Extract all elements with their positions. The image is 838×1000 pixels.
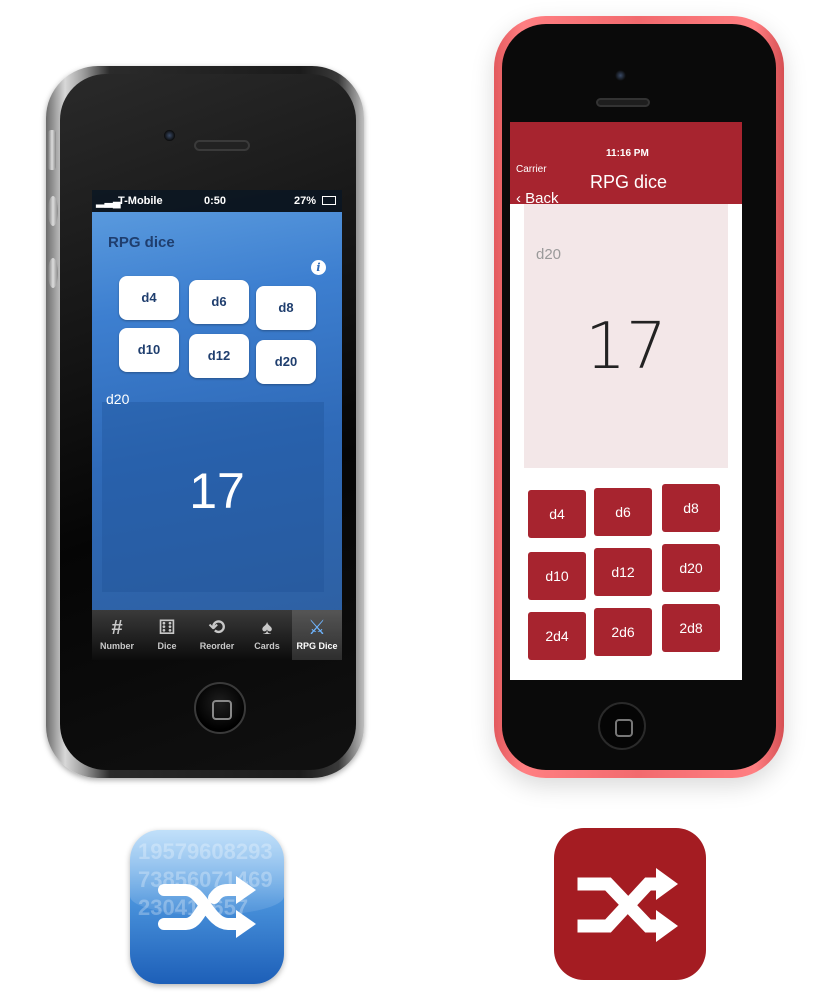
home-button[interactable] xyxy=(598,702,646,750)
shuffle-icon xyxy=(158,876,256,938)
tab-rpg-dice[interactable]: ⚔ RPG Dice xyxy=(292,610,342,660)
tab-label: Cards xyxy=(254,641,280,651)
die-button-2d8[interactable]: 2d8 xyxy=(662,604,720,652)
hash-icon: # xyxy=(111,617,123,639)
old-app-icon[interactable]: 1957960829373856071469230412657 xyxy=(130,830,284,984)
dice-icon: ⚅ xyxy=(158,617,176,639)
bow-icon: ⚔ xyxy=(308,617,326,639)
mute-switch xyxy=(48,130,56,170)
clock: 0:50 xyxy=(204,195,227,207)
die-button-d12[interactable]: d12 xyxy=(189,334,249,378)
nav-bar: Carrier 11:16 PM ‹ Back RPG dice xyxy=(510,122,742,207)
home-button[interactable] xyxy=(194,682,246,734)
front-camera xyxy=(164,130,175,141)
die-button-d4[interactable]: d4 xyxy=(528,490,586,538)
die-button-d6[interactable]: d6 xyxy=(189,280,249,324)
new-app-screen: Carrier 11:16 PM ‹ Back RPG dice d20 17 … xyxy=(510,122,742,680)
die-button-d6[interactable]: d6 xyxy=(594,488,652,536)
result-die-label: d20 xyxy=(536,246,562,263)
battery-label: 27% xyxy=(294,195,317,207)
cards-icon: ♠ xyxy=(261,617,273,639)
die-button-d8[interactable]: d8 xyxy=(662,484,720,532)
die-button-d20[interactable]: d20 xyxy=(662,544,720,592)
carrier-label: T-Mobile xyxy=(118,195,163,207)
front-camera xyxy=(615,70,626,81)
die-button-d8[interactable]: d8 xyxy=(256,286,316,330)
die-button-d12[interactable]: d12 xyxy=(594,548,652,596)
tab-bar: # Number ⚅ Dice ⟲ Reorder ♠ Cards ⚔ RPG … xyxy=(92,610,342,660)
die-button-d20[interactable]: d20 xyxy=(256,340,316,384)
result-value: 17 xyxy=(585,310,667,384)
battery-icon xyxy=(322,196,336,205)
reorder-icon: ⟲ xyxy=(208,617,226,639)
volume-up-button xyxy=(48,196,58,226)
die-button-2d6[interactable]: 2d6 xyxy=(594,608,652,656)
volume-down-button xyxy=(48,258,58,288)
result-value: 17 xyxy=(189,463,245,519)
new-app-icon[interactable] xyxy=(554,828,706,980)
tab-label: RPG Dice xyxy=(296,641,338,651)
earpiece-speaker xyxy=(596,98,650,107)
tab-label: Reorder xyxy=(199,641,235,651)
page-title: RPG dice xyxy=(590,172,668,192)
clock: 11:16 PM xyxy=(606,148,649,159)
die-button-d10[interactable]: d10 xyxy=(119,328,179,372)
tab-reorder[interactable]: ⟲ Reorder xyxy=(192,610,242,660)
tab-label: Dice xyxy=(157,641,177,651)
page-title: RPG dice xyxy=(108,234,175,251)
tab-label: Number xyxy=(99,641,134,651)
status-bar: ▂▃▄ T-Mobile 0:50 27% xyxy=(92,190,342,212)
die-button-2d4[interactable]: 2d4 xyxy=(528,612,586,660)
carrier-label: Carrier xyxy=(516,164,547,175)
shuffle-icon xyxy=(577,868,678,942)
die-button-d4[interactable]: d4 xyxy=(119,276,179,320)
signal-icon: ▂▃▄ xyxy=(96,196,121,208)
earpiece-speaker xyxy=(194,140,250,151)
tab-dice[interactable]: ⚅ Dice xyxy=(142,610,192,660)
info-icon[interactable]: i xyxy=(311,260,326,275)
die-button-d10[interactable]: d10 xyxy=(528,552,586,600)
old-app-screen: ▂▃▄ T-Mobile 0:50 27% RPG dice i d4 d6 d… xyxy=(92,190,342,660)
tab-cards[interactable]: ♠ Cards xyxy=(242,610,292,660)
tab-number[interactable]: # Number xyxy=(92,610,142,660)
result-die-label: d20 xyxy=(106,391,130,407)
